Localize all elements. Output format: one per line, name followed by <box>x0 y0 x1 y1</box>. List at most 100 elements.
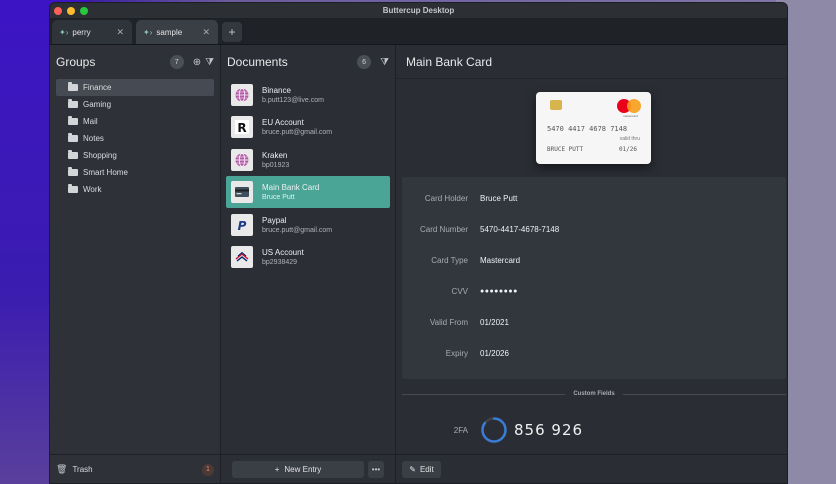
field-value[interactable]: 01/2021 <box>480 318 509 327</box>
svg-text:P: P <box>238 219 247 233</box>
field-value[interactable]: 01/2026 <box>480 349 509 358</box>
tab-label: sample <box>156 27 183 37</box>
entry-detail-panel: Main Bank Card mastercard 5470 4417 4678… <box>396 45 787 483</box>
field-label: Card Holder <box>424 194 468 203</box>
groups-header: Groups 7 ⊕ ⧩ <box>50 45 220 79</box>
trash-row[interactable]: 🗑 Trash 1 <box>50 454 220 483</box>
field-label: CVV <box>451 287 468 296</box>
more-options-button[interactable]: ••• <box>368 461 384 478</box>
window-controls <box>54 7 88 15</box>
field-label: Card Number <box>419 225 468 234</box>
credit-card-icon <box>231 181 253 204</box>
more-icon: ••• <box>371 465 381 474</box>
group-item-mail[interactable]: Mail <box>56 113 214 130</box>
tab-sample[interactable]: ✦› sample ✕ <box>136 20 218 44</box>
totp-label: 2FA <box>453 425 468 435</box>
mastercard-logo-icon <box>617 99 641 113</box>
document-item-eu-account[interactable]: R EU Account bruce.putt@gmail.com <box>226 111 390 143</box>
trash-icon: 🗑 <box>56 464 68 474</box>
document-title: Kraken <box>262 150 288 160</box>
field-value[interactable]: 5470-4417-4678-7148 <box>480 225 559 234</box>
svg-text:R: R <box>237 121 246 135</box>
close-icon[interactable]: ✕ <box>116 27 124 38</box>
card-valid-label: valid thru <box>619 136 640 142</box>
field-value[interactable]: Mastercard <box>480 256 520 265</box>
folder-icon <box>68 133 78 142</box>
group-item-label: Smart Home <box>83 168 128 177</box>
group-item-label: Shopping <box>83 151 117 160</box>
field-value-masked[interactable]: ●●●●●●●● <box>480 288 518 295</box>
group-item-label: Notes <box>83 134 104 143</box>
plus-icon: + <box>228 25 236 39</box>
vault-icon: ✦› <box>143 27 153 37</box>
new-entry-button[interactable]: + New Entry <box>232 461 364 478</box>
app-window: Buttercup Desktop ✦› perry ✕ ✦› sample ✕… <box>49 2 788 484</box>
groups-count-badge: 7 <box>169 55 184 69</box>
document-item-paypal[interactable]: P Paypal bruce.putt@gmail.com <box>226 209 390 241</box>
folder-icon <box>68 99 78 108</box>
group-item-shopping[interactable]: Shopping <box>56 147 214 164</box>
document-title: EU Account <box>262 118 304 128</box>
groups-panel: Groups 7 ⊕ ⧩ Finance Gaming Mail Notes S… <box>50 45 221 483</box>
card-brand-text: mastercard <box>622 114 638 118</box>
group-item-label: Finance <box>83 83 112 92</box>
vault-icon: ✦› <box>59 27 69 37</box>
group-item-gaming[interactable]: Gaming <box>56 96 214 113</box>
folder-icon <box>68 167 78 176</box>
document-item-us-account[interactable]: US Account bp2938429 <box>226 241 390 273</box>
field-value[interactable]: Bruce Putt <box>480 194 517 203</box>
group-item-label: Work <box>83 185 102 194</box>
minimize-window-button[interactable] <box>67 7 75 15</box>
globe-icon <box>231 148 253 171</box>
group-item-notes[interactable]: Notes <box>56 130 214 147</box>
document-item-main-bank-card[interactable]: Main Bank Card Bruce Putt <box>226 176 390 209</box>
group-item-work[interactable]: Work <box>56 181 214 198</box>
folder-icon <box>68 82 78 91</box>
add-circle-icon[interactable]: ⊕ <box>193 57 201 68</box>
bank-of-america-icon <box>231 245 253 268</box>
title-bar: Buttercup Desktop <box>50 3 787 19</box>
documents-panel: Documents 6 ⧩ Binance b.putt123@live.com <box>221 45 396 483</box>
globe-icon <box>231 84 253 106</box>
filter-icon[interactable]: ⧩ <box>380 57 389 68</box>
totp-code[interactable]: 856 926 <box>514 421 583 439</box>
revolut-icon: R <box>231 116 253 139</box>
credit-card-preview: mastercard 5470 4417 4678 7148 valid thr… <box>536 92 651 164</box>
filter-icon[interactable]: ⧩ <box>205 57 214 68</box>
edit-label: Edit <box>419 465 434 474</box>
document-item-kraken[interactable]: Kraken bp01923 <box>226 144 390 176</box>
document-item-binance[interactable]: Binance b.putt123@live.com <box>226 79 390 111</box>
document-subtitle: Bruce Putt <box>262 194 295 202</box>
group-list: Finance Gaming Mail Notes Shopping Smart… <box>50 79 220 198</box>
add-tab-button[interactable]: + <box>222 22 242 42</box>
document-subtitle: b.putt123@live.com <box>262 97 324 104</box>
trash-label: Trash <box>72 465 93 474</box>
field-card-number: Card Number 5470-4417-4678-7148 <box>402 214 786 245</box>
document-subtitle: bp01923 <box>262 161 290 169</box>
field-label: Card Type <box>431 256 468 265</box>
card-expiry-display: 01/26 <box>618 146 637 153</box>
group-item-label: Mail <box>83 117 98 126</box>
new-entry-label: New Entry <box>284 465 322 474</box>
close-icon[interactable]: ✕ <box>202 27 210 38</box>
field-card-type: Card Type Mastercard <box>402 245 786 276</box>
document-subtitle: bruce.putt@gmail.com <box>262 226 333 234</box>
card-holder-display: BRUCE PUTT <box>547 146 584 153</box>
trash-count-badge: 1 <box>202 463 214 476</box>
paypal-icon: P <box>231 213 253 236</box>
document-title: Paypal <box>262 215 287 225</box>
documents-count-badge: 6 <box>357 55 372 69</box>
tab-perry[interactable]: ✦› perry ✕ <box>52 20 132 44</box>
card-chip-icon <box>550 100 562 110</box>
field-valid-from: Valid From 01/2021 <box>402 307 786 338</box>
group-item-finance[interactable]: Finance <box>56 79 214 96</box>
group-item-smart-home[interactable]: Smart Home <box>56 164 214 181</box>
custom-fields-label: Custom Fields <box>573 391 615 397</box>
document-list: Binance b.putt123@live.com R EU Account … <box>221 79 395 273</box>
edit-button[interactable]: ✎ Edit <box>402 461 441 478</box>
field-label: Valid From <box>429 318 468 327</box>
maximize-window-button[interactable] <box>80 7 88 15</box>
entry-detail-header: Main Bank Card <box>396 45 787 79</box>
window-title: Buttercup Desktop <box>382 6 455 15</box>
close-window-button[interactable] <box>54 7 62 15</box>
